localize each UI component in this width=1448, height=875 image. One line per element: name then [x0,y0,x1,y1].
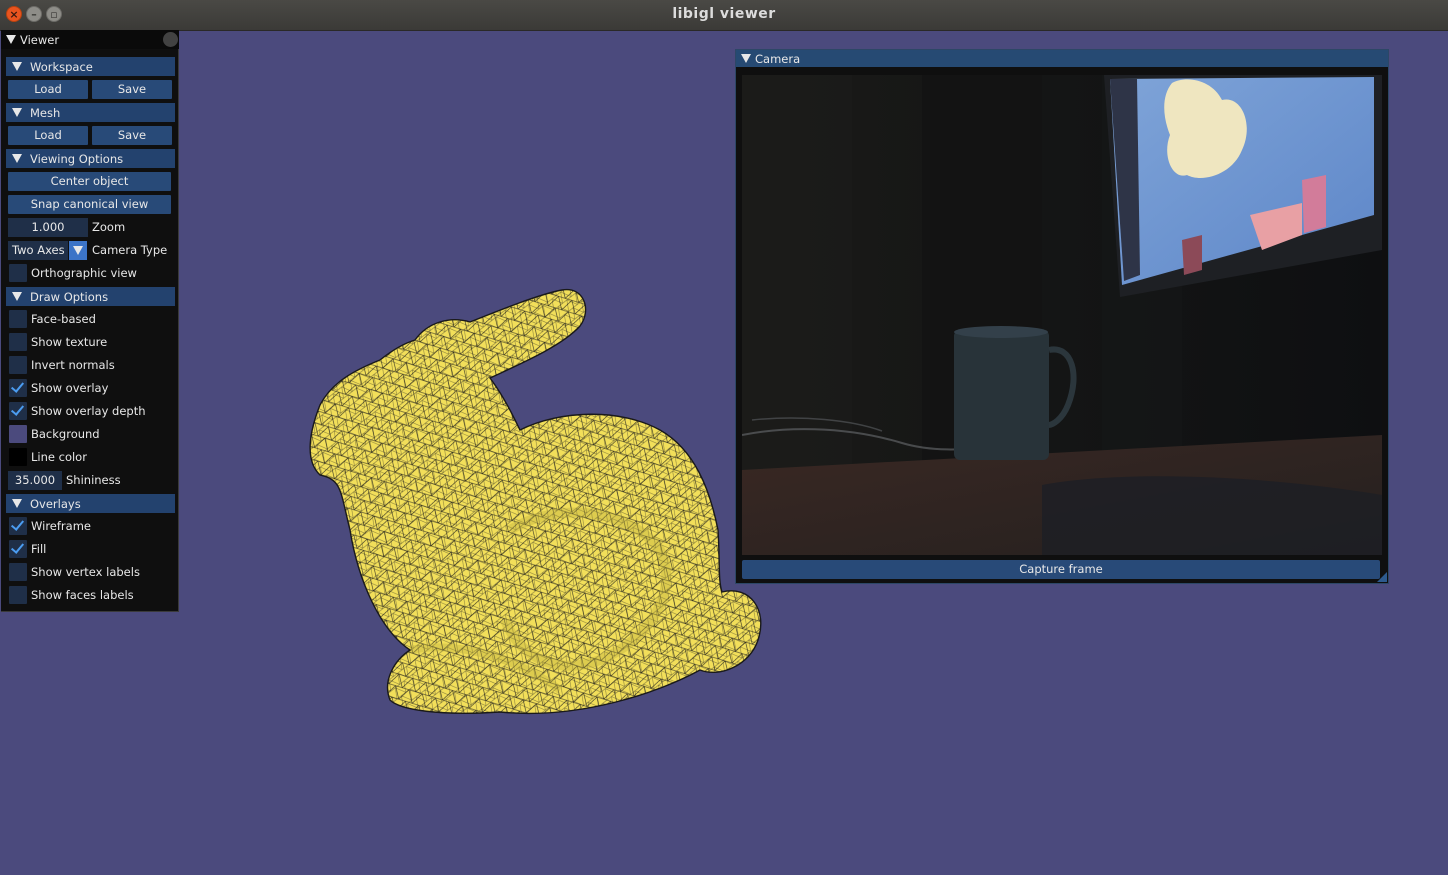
draw-options-collapse-icon [12,292,22,301]
resize-grip-icon[interactable] [1377,572,1387,582]
show-overlay-label: Show overlay [31,381,109,395]
workspace-collapse-icon [12,62,22,71]
viewing-options-header[interactable]: Viewing Options [6,149,175,168]
show-faces-labels-checkbox[interactable] [9,586,27,604]
wireframe-label: Wireframe [31,519,91,533]
invert-normals-checkbox[interactable] [9,356,27,374]
viewer-panel-title: Viewer [20,33,60,47]
camera-type-dropdown-button[interactable] [69,241,87,260]
background-color-swatch[interactable] [9,425,27,443]
camera-window-titlebar[interactable]: Camera [736,50,1388,67]
orthographic-view-checkbox[interactable] [9,264,27,282]
overlays-collapse-icon [12,499,22,508]
show-vertex-labels-label: Show vertex labels [31,565,140,579]
mesh-collapse-icon [12,108,22,117]
viewing-options-title: Viewing Options [30,152,124,166]
mesh-header[interactable]: Mesh [6,103,175,122]
show-overlay-depth-label: Show overlay depth [31,404,146,418]
overlays-header[interactable]: Overlays [6,494,175,513]
bunny-mesh[interactable] [300,280,770,720]
face-based-checkbox[interactable] [9,310,27,328]
window-titlebar: × – ▫ libigl viewer [0,0,1448,31]
workspace-title: Workspace [30,60,93,74]
line-color-swatch[interactable] [9,448,27,466]
camera-type-label: Camera Type [92,243,168,257]
overlays-title: Overlays [30,497,81,511]
window-title: libigl viewer [672,6,776,22]
line-color-label: Line color [31,450,87,464]
background-label: Background [31,427,100,441]
invert-normals-label: Invert normals [31,358,115,372]
zoom-label: Zoom [92,220,126,234]
fill-label: Fill [31,542,47,556]
viewer-panel: Viewer Workspace Load Save Mesh Load Sav… [1,30,179,612]
show-texture-checkbox[interactable] [9,333,27,351]
capture-frame-button[interactable]: Capture frame [742,560,1380,579]
camera-feed-image [742,75,1382,555]
workspace-load-button[interactable]: Load [8,80,88,99]
mesh-save-button[interactable]: Save [92,126,172,145]
draw-options-title: Draw Options [30,290,109,304]
snap-canonical-view-button[interactable]: Snap canonical view [8,195,171,214]
show-overlay-depth-checkbox[interactable] [9,402,27,420]
panel-close-icon[interactable] [163,32,178,47]
workspace-save-button[interactable]: Save [92,80,172,99]
camera-window: Camera Capture frame [735,49,1389,584]
zoom-input[interactable]: 1.000 [8,218,88,237]
fill-checkbox[interactable] [9,540,27,558]
show-overlay-checkbox[interactable] [9,379,27,397]
camera-collapse-icon[interactable] [741,54,751,63]
face-based-label: Face-based [31,312,96,326]
viewing-options-collapse-icon [12,154,22,163]
show-texture-label: Show texture [31,335,108,349]
collapse-triangle-icon[interactable] [6,35,16,44]
wireframe-checkbox[interactable] [9,517,27,535]
camera-type-select[interactable]: Two Axes [8,241,68,260]
draw-options-header[interactable]: Draw Options [6,287,175,306]
chevron-down-icon [73,246,83,255]
center-object-button[interactable]: Center object [8,172,171,191]
show-vertex-labels-checkbox[interactable] [9,563,27,581]
mesh-load-button[interactable]: Load [8,126,88,145]
shininess-label: Shininess [66,473,121,487]
camera-window-title: Camera [755,52,801,66]
viewer-panel-titlebar[interactable]: Viewer [1,30,179,49]
workspace-header[interactable]: Workspace [6,57,175,76]
mesh-title: Mesh [30,106,61,120]
shininess-input[interactable]: 35.000 [8,471,62,490]
show-faces-labels-label: Show faces labels [31,588,134,602]
orthographic-view-label: Orthographic view [31,266,137,280]
